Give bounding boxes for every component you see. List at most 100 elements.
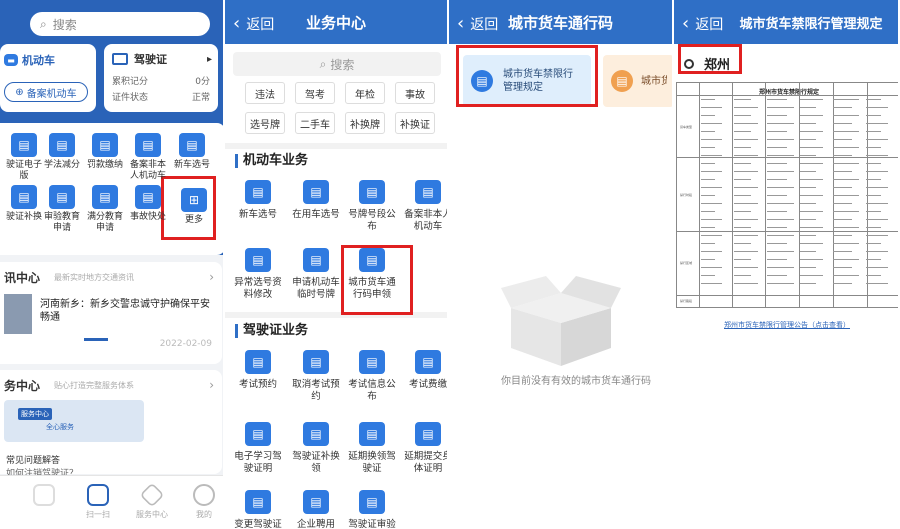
table-text-line bbox=[767, 179, 787, 180]
chip-7[interactable]: 补换证 bbox=[395, 112, 435, 134]
license-item-10[interactable]: ▤ 驾驶证审验 bbox=[347, 490, 397, 529]
faq-link[interactable]: 常见问题解答 bbox=[6, 453, 60, 466]
table-text-line bbox=[701, 107, 722, 108]
news-thumbnail bbox=[4, 294, 32, 334]
vehicle-item-1[interactable]: ▤ 在用车选号 bbox=[291, 180, 341, 221]
home-search-input[interactable]: ⌕ 搜索 bbox=[30, 12, 210, 36]
grid-item-new-plate[interactable]: ▤ 新车选号 bbox=[170, 133, 214, 171]
table-text-line bbox=[734, 163, 751, 164]
vehicle-item-0[interactable]: ▤ 新车选号 bbox=[233, 180, 283, 221]
city-selector[interactable]: 郑州 bbox=[684, 54, 730, 73]
news-item[interactable]: 河南新乡：新乡交警忠诚守护确保平安畅通 bbox=[40, 298, 210, 324]
news-title: 讯中心 bbox=[4, 271, 41, 285]
service-banner[interactable]: 服务中心 全心服务 bbox=[4, 400, 144, 442]
table-text-line bbox=[800, 123, 816, 124]
table-text-line bbox=[734, 227, 751, 228]
license-item-6[interactable]: ▤ 延期换领驾驶证 bbox=[347, 422, 397, 475]
license-item-7[interactable]: ▤ 延期提交身体证明 bbox=[403, 422, 447, 475]
chevron-right-icon[interactable]: › bbox=[209, 378, 214, 392]
vehicle-item-3[interactable]: ▤ 备案非本人机动车 bbox=[403, 180, 447, 233]
chip-4[interactable]: 选号牌 bbox=[245, 112, 285, 134]
license-item-4[interactable]: ▤ 电子学习驾驶证明 bbox=[233, 422, 283, 475]
register-vehicle-button[interactable]: ⊕ 备案机动车 bbox=[4, 82, 88, 102]
table-text-line bbox=[767, 219, 794, 220]
license-item-8[interactable]: ▤ 变更驾驶证 bbox=[233, 490, 283, 529]
table-text-line bbox=[734, 123, 758, 124]
tab-mine[interactable]: 我的 bbox=[184, 484, 223, 520]
business-center-screen: ‹ 返回 业务中心 ⌕ 搜索 机动车业务 驾驶证业务 违法 驾考 年检 事故 选号牌 二手车补… bbox=[225, 0, 449, 529]
license-card[interactable]: 驾驶证 ▸ 累积记分 0分 证件状态 正常 bbox=[104, 44, 218, 112]
table-text-line bbox=[833, 115, 859, 116]
chip-2[interactable]: 年检 bbox=[345, 82, 385, 104]
search-icon: ⌕ bbox=[319, 56, 327, 71]
table-text-line bbox=[701, 179, 715, 180]
plus-icon: ⊕ bbox=[15, 86, 24, 98]
grid-item-register-other[interactable]: ▤ 备案非本人机动车 bbox=[126, 133, 170, 182]
back-button[interactable]: ‹ 返回 bbox=[682, 13, 723, 34]
table-text-line bbox=[734, 147, 751, 148]
table-text-line bbox=[800, 275, 823, 276]
license-service-icon: ▤ bbox=[359, 422, 385, 446]
study-points-icon: ▤ bbox=[49, 133, 75, 157]
truck-rules-card[interactable]: ▤ 城市货车禁限行管理规定 bbox=[463, 55, 591, 107]
back-button[interactable]: ‹ 返回 bbox=[233, 13, 274, 34]
notice-link[interactable]: 郑州市货车禁限行管理公告（点击查看） bbox=[674, 320, 898, 330]
license-item-2[interactable]: ▤ 考试信息公布 bbox=[347, 350, 397, 403]
chip-5[interactable]: 二手车 bbox=[295, 112, 335, 134]
news-date: 2022-02-09 bbox=[159, 339, 212, 349]
table-text-line bbox=[800, 251, 816, 252]
table-text-line bbox=[800, 107, 816, 108]
table-text-line bbox=[833, 171, 852, 172]
table-text-line bbox=[800, 211, 823, 212]
vehicle-card[interactable]: ▬ 机动车 ⊕ 备案机动车 bbox=[0, 44, 96, 112]
tab-home[interactable] bbox=[24, 484, 64, 509]
grid-item-accident[interactable]: ▤ 事故快处 bbox=[126, 185, 170, 223]
table-text-line bbox=[734, 259, 751, 260]
license-item-1[interactable]: ▤ 取消考试预约 bbox=[291, 350, 341, 403]
truck-pass-apply-card[interactable]: ▤ 城市货车通行码申领 bbox=[603, 55, 672, 107]
license-item-0[interactable]: ▤ 考试预约 bbox=[233, 350, 283, 391]
chip-0[interactable]: 违法 bbox=[245, 82, 285, 104]
chevron-right-icon[interactable]: › bbox=[209, 270, 214, 284]
license-item-9[interactable]: ▤ 企业聘用 bbox=[291, 490, 341, 529]
table-text-line bbox=[701, 219, 722, 220]
table-text-line bbox=[701, 115, 715, 116]
grid-item-full-edu[interactable]: ▤ 满分教育申请 bbox=[83, 185, 127, 234]
chip-3[interactable]: 事故 bbox=[395, 82, 435, 104]
grid-item-study-points[interactable]: ▤ 学法减分 bbox=[40, 133, 84, 171]
back-button[interactable]: ‹ 返回 bbox=[457, 13, 498, 34]
table-text-line bbox=[866, 155, 888, 156]
license-service-icon: ▤ bbox=[359, 490, 385, 514]
vehicle-item-4[interactable]: ▤ 异常选号资料修改 bbox=[233, 248, 283, 301]
table-text-line bbox=[767, 115, 787, 116]
vehicle-service-icon: ▤ bbox=[303, 248, 329, 272]
license-item-3[interactable]: ▤ 考试费缴 bbox=[403, 350, 447, 391]
table-text-line bbox=[833, 155, 852, 156]
table-text-line bbox=[701, 283, 722, 284]
tab-scan[interactable]: 扫一扫 bbox=[78, 484, 118, 520]
rules-table: 郑州市货车禁限行规定 货车类型 禁行时段 禁行区域 禁行路段 bbox=[676, 82, 898, 308]
vehicle-item-2[interactable]: ▤ 号牌号段公布 bbox=[347, 180, 397, 233]
business-search-input[interactable]: ⌕ 搜索 bbox=[233, 52, 441, 76]
grid-item-fine-payment[interactable]: ▤ 罚款缴纳 bbox=[83, 133, 127, 171]
license-item-5[interactable]: ▤ 驾驶证补换领 bbox=[291, 422, 341, 475]
tab-service[interactable]: 服务中心 bbox=[132, 482, 172, 520]
news-subtitle: 最新实时地方交通资讯 bbox=[54, 273, 134, 282]
vehicle-service-icon: ▤ bbox=[415, 180, 441, 204]
table-text-line bbox=[833, 219, 852, 220]
table-text-line bbox=[701, 259, 715, 260]
table-text-line bbox=[800, 259, 823, 260]
person-icon bbox=[193, 484, 215, 506]
grid-item-more[interactable]: ⊞ 更多 bbox=[172, 188, 216, 226]
vehicle-item-6[interactable]: ▤ 城市货车通行码申领 bbox=[347, 248, 397, 301]
table-text-line bbox=[866, 147, 881, 148]
table-text-line bbox=[866, 139, 888, 140]
table-text-line bbox=[701, 147, 715, 148]
table-text-line bbox=[833, 123, 852, 124]
table-text-line bbox=[800, 195, 823, 196]
grid-item-audit-edu[interactable]: ▤ 审验教育申请 bbox=[40, 185, 84, 234]
chip-1[interactable]: 驾考 bbox=[295, 82, 335, 104]
table-text-line bbox=[866, 179, 881, 180]
chip-6[interactable]: 补换牌 bbox=[345, 112, 385, 134]
vehicle-item-5[interactable]: ▤ 申请机动车临时号牌 bbox=[291, 248, 341, 301]
